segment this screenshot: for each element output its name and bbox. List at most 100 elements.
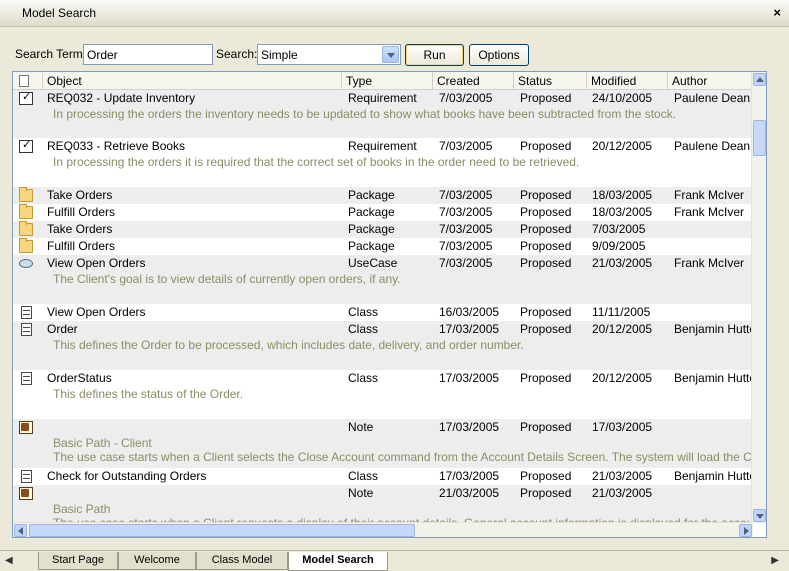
results-grid: Object Type Created Status Modified Auth… [12,71,767,538]
cell-modified: 20/12/2005 [592,371,653,385]
chevron-down-icon[interactable] [382,46,399,63]
cell-author: Frank McIver [674,205,745,219]
header-status[interactable]: Status [514,72,587,90]
package-icon [19,204,33,219]
table-row[interactable]: Note 21/03/2005 Proposed 21/03/2005 Basic Pa… [13,485,753,522]
run-button[interactable]: Run [405,44,464,66]
horizontal-scroll-thumb[interactable] [29,524,415,537]
cell-object: View Open Orders [47,305,146,319]
table-row[interactable]: REQ033 - Retrieve Books Requirement 7/03/2… [13,138,753,187]
cell-object: Check for Outstanding Orders [47,469,207,483]
table-row[interactable]: OrderStatus Class 17/03/2005 Proposed 20/12/… [13,370,753,419]
document-icon [19,75,29,87]
cell-created: 7/03/2005 [439,91,493,105]
cell-author: Frank McIver [674,188,745,202]
cell-type: Package [348,205,395,219]
note-icon [19,421,33,434]
header-object[interactable]: Object [43,72,342,90]
row-description: This defines the status of the Order. [53,387,244,401]
search-term-label: Search Term: [15,47,87,61]
scroll-right-icon[interactable] [739,524,752,537]
cell-modified: 7/03/2005 [592,222,646,236]
scroll-left-icon[interactable] [14,524,27,537]
tab-scroll-right-icon[interactable]: ▶ [771,555,779,566]
cell-status: Proposed [520,420,572,434]
class-icon [21,306,32,319]
cell-author: Frank McIver [674,256,745,270]
cell-type: Class [348,469,379,483]
cell-status: Proposed [520,205,572,219]
table-row[interactable]: Check for Outstanding Orders Class 17/03/2… [13,468,753,485]
header-author[interactable]: Author [668,72,753,90]
tab-class-model[interactable]: Class Model [196,552,288,570]
package-icon [19,187,33,202]
tab-start-page[interactable]: Start Page [38,552,118,570]
table-row[interactable]: Take Orders Package 7/03/2005 Proposed 18/03… [13,187,753,204]
tab-scroll-left-icon[interactable]: ◀ [5,555,13,566]
cell-type: Note [348,420,374,434]
row-note-title: Basic Path - Client [53,436,152,450]
cell-type: Class [348,305,379,319]
horizontal-scrollbar[interactable] [13,522,753,537]
header-created[interactable]: Created [433,72,514,90]
header-type[interactable]: Type [342,72,433,90]
class-icon [21,470,32,483]
cell-status: Proposed [520,305,572,319]
cell-status: Proposed [520,222,572,236]
package-icon [19,221,33,236]
row-description: The use case starts when a Client select… [53,450,753,464]
cell-author: Benjamin Hutton [674,371,753,385]
header-modified[interactable]: Modified [587,72,668,90]
tab-model-search[interactable]: Model Search [288,552,388,571]
row-description: In processing the orders it is required … [53,155,580,169]
table-row[interactable]: REQ032 - Update Inventory Requirement 7/03… [13,90,753,138]
cell-status: Proposed [520,486,572,500]
cell-modified: 18/03/2005 [592,205,653,219]
cell-object: REQ033 - Retrieve Books [47,139,186,153]
options-button[interactable]: Options [469,44,529,66]
cell-created: 17/03/2005 [439,469,500,483]
requirement-icon [19,138,33,153]
results-header: Object Type Created Status Modified Auth… [13,72,753,90]
row-description: This defines the Order to be processed, … [53,338,524,352]
cell-type: Class [348,371,379,385]
package-icon [19,238,33,253]
table-row[interactable]: Take Orders Package 7/03/2005 Proposed 7/03/… [13,221,753,238]
table-row[interactable]: View Open Orders UseCase 7/03/2005 Proposed… [13,255,753,304]
table-row[interactable]: Fulfill Orders Package 7/03/2005 Proposed 18… [13,204,753,221]
usecase-icon [19,259,33,268]
scroll-down-icon[interactable] [753,509,766,522]
note-icon [19,487,33,500]
table-row[interactable]: Order Class 17/03/2005 Proposed 20/12/2005 Be… [13,321,753,370]
cell-type: UseCase [348,256,398,270]
cell-created: 16/03/2005 [439,305,500,319]
cell-type: Package [348,188,395,202]
close-icon[interactable]: × [773,5,781,20]
cell-object: Order [47,322,78,336]
search-bar: Search Term: Search: Simple Run Options [0,27,789,71]
header-icon-column[interactable] [13,72,43,90]
table-row[interactable]: View Open Orders Class 16/03/2005 Proposed 1… [13,304,753,321]
row-description: In processing the orders the inventory n… [53,107,677,121]
table-row[interactable]: Note 17/03/2005 Proposed 17/03/2005 Basic Pa… [13,419,753,468]
cell-object: Take Orders [47,188,113,202]
cell-created: 17/03/2005 [439,371,500,385]
scroll-up-icon[interactable] [753,73,766,86]
search-mode-select[interactable]: Simple [257,44,401,65]
class-icon [21,323,32,336]
search-mode-value: Simple [261,48,298,62]
search-term-input[interactable] [83,44,213,65]
cell-created: 7/03/2005 [439,239,493,253]
tab-welcome[interactable]: Welcome [118,552,196,570]
cell-author: Paulene Dean [674,139,751,153]
vertical-scrollbar[interactable] [751,72,766,523]
title-bar: Model Search × [0,0,789,27]
cell-modified: 18/03/2005 [592,188,653,202]
cell-modified: 9/09/2005 [592,239,646,253]
table-row[interactable]: Fulfill Orders Package 7/03/2005 Proposed 9/… [13,238,753,255]
cell-created: 7/03/2005 [439,205,493,219]
vertical-scroll-thumb[interactable] [753,120,766,156]
cell-type: Package [348,222,395,236]
cell-modified: 17/03/2005 [592,420,653,434]
cell-modified: 20/12/2005 [592,322,653,336]
